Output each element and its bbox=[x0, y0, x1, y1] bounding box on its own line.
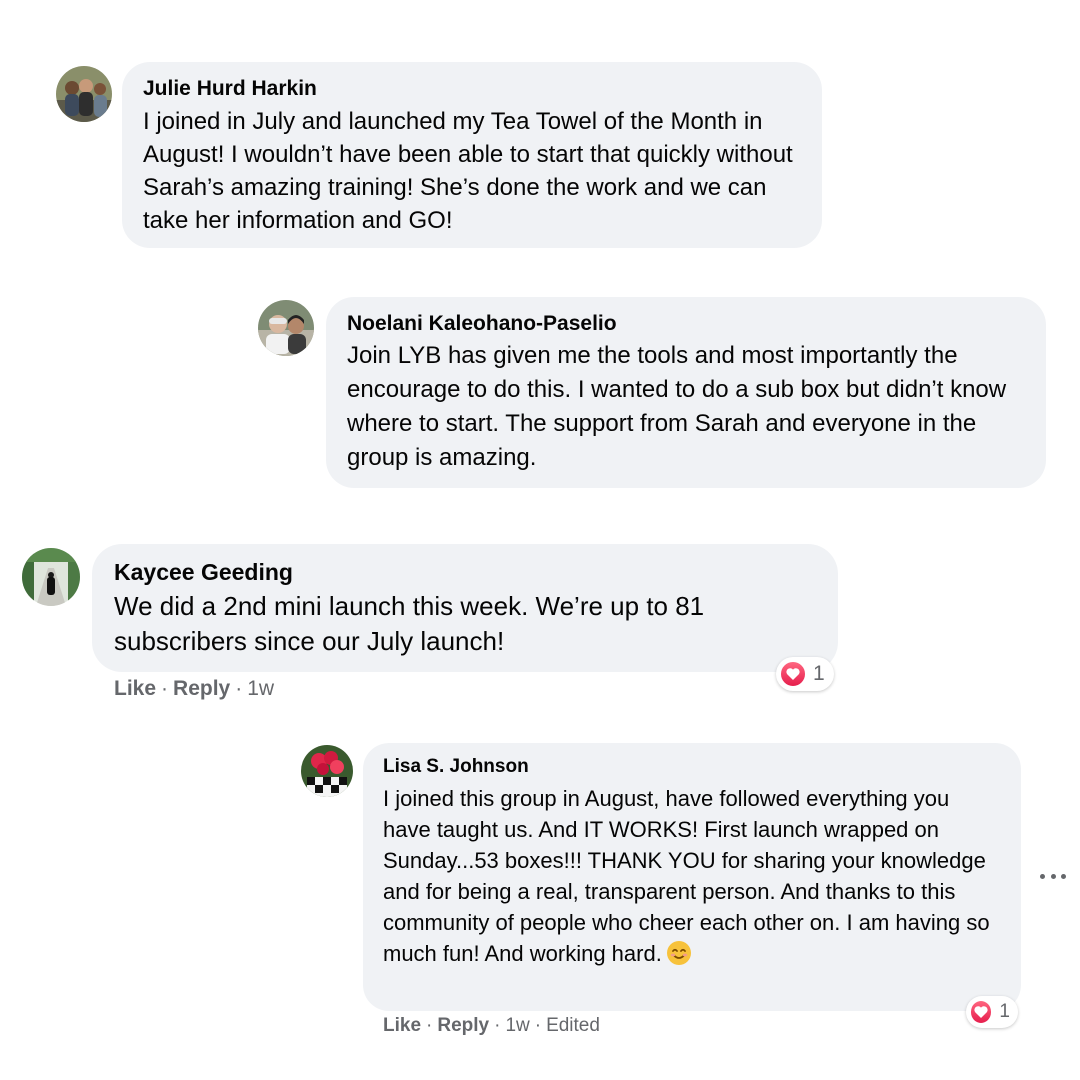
dot bbox=[1040, 873, 1045, 879]
comment-bubble-julie: Julie Hurd Harkin I joined in July and l… bbox=[122, 62, 822, 248]
comment-bubble-lisa: Lisa S. Johnson I joined this group in A… bbox=[363, 743, 1021, 1011]
comment-author[interactable]: Kaycee Geeding bbox=[114, 558, 818, 586]
comment-author[interactable]: Julie Hurd Harkin bbox=[143, 76, 802, 102]
avatar-photo-kaycee bbox=[22, 548, 80, 606]
comment-author[interactable]: Noelani Kaleohano-Paselio bbox=[347, 311, 1026, 337]
reaction-summary-kaycee[interactable]: 1 bbox=[776, 657, 834, 691]
separator: · bbox=[235, 677, 243, 700]
dot bbox=[1061, 873, 1066, 879]
comment-text-content: I joined this group in August, have foll… bbox=[383, 786, 990, 966]
avatar-lisa[interactable] bbox=[301, 745, 353, 797]
separator: · bbox=[494, 1015, 501, 1036]
comment-actions-kaycee: Like · Reply · 1w bbox=[114, 676, 274, 702]
like-link[interactable]: Like bbox=[114, 677, 156, 700]
heart-reaction-icon bbox=[779, 660, 807, 688]
edited-label[interactable]: Edited bbox=[546, 1015, 600, 1036]
more-options-icon[interactable] bbox=[1040, 866, 1066, 886]
separator: · bbox=[161, 677, 169, 700]
separator: · bbox=[534, 1015, 542, 1036]
reaction-summary-lisa[interactable]: 1 bbox=[966, 996, 1018, 1028]
dot bbox=[1050, 873, 1056, 879]
comment-text: I joined this group in August, have foll… bbox=[383, 783, 1001, 969]
comment-text: I joined in July and launched my Tea Tow… bbox=[143, 108, 793, 234]
comment-author[interactable]: Lisa S. Johnson bbox=[383, 755, 1001, 779]
avatar-photo-lisa bbox=[301, 745, 353, 797]
like-link[interactable]: Like bbox=[383, 1015, 421, 1036]
reaction-count: 1 bbox=[999, 1001, 1010, 1022]
smiling-face-emoji-icon bbox=[666, 941, 691, 965]
reply-link[interactable]: Reply bbox=[173, 677, 230, 700]
avatar-kaycee[interactable] bbox=[22, 548, 80, 606]
avatar-photo-noelani bbox=[258, 300, 314, 356]
reply-link[interactable]: Reply bbox=[437, 1015, 489, 1036]
comment-actions-lisa: Like · Reply · 1w · Edited bbox=[383, 1014, 600, 1038]
comment-bubble-kaycee: Kaycee Geeding We did a 2nd mini launch … bbox=[92, 544, 838, 672]
timestamp[interactable]: 1w bbox=[505, 1015, 529, 1036]
reaction-count: 1 bbox=[813, 662, 825, 685]
heart-reaction-icon bbox=[969, 999, 994, 1025]
comment-bubble-noelani: Noelani Kaleohano-Paselio Join LYB has g… bbox=[326, 297, 1046, 488]
comment-text: We did a 2nd mini launch this week. We’r… bbox=[114, 591, 705, 656]
comment-text: Join LYB has given me the tools and most… bbox=[347, 342, 1007, 471]
timestamp[interactable]: 1w bbox=[247, 677, 274, 700]
avatar-julie[interactable] bbox=[56, 66, 112, 122]
separator: · bbox=[426, 1015, 433, 1036]
avatar-photo-julie bbox=[56, 66, 112, 122]
avatar-noelani[interactable] bbox=[258, 300, 314, 356]
